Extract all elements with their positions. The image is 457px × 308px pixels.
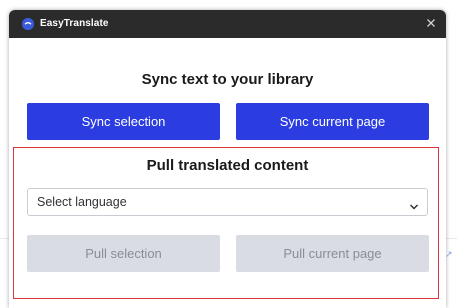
sync-current-page-button[interactable]: Sync current page	[236, 103, 429, 140]
language-select[interactable]: Select language	[27, 188, 428, 216]
sync-selection-button[interactable]: Sync selection	[27, 103, 220, 140]
easytranslate-logo-icon	[22, 18, 34, 30]
chevron-down-icon	[409, 198, 419, 210]
background-edge-icon: ↗	[445, 249, 453, 259]
sync-heading: Sync text to your library	[141, 71, 314, 88]
pull-heading: Pull translated content	[146, 157, 309, 174]
close-icon[interactable]	[424, 16, 438, 30]
pull-current-page-button[interactable]: Pull current page	[236, 235, 429, 272]
app-title: EasyTranslate	[40, 18, 109, 29]
dialog-titlebar: EasyTranslate	[9, 10, 446, 38]
pull-selection-button[interactable]: Pull selection	[27, 235, 220, 272]
easytranslate-dialog: EasyTranslate Sync text to your library …	[9, 10, 446, 308]
language-select-value: Select language	[37, 195, 127, 209]
